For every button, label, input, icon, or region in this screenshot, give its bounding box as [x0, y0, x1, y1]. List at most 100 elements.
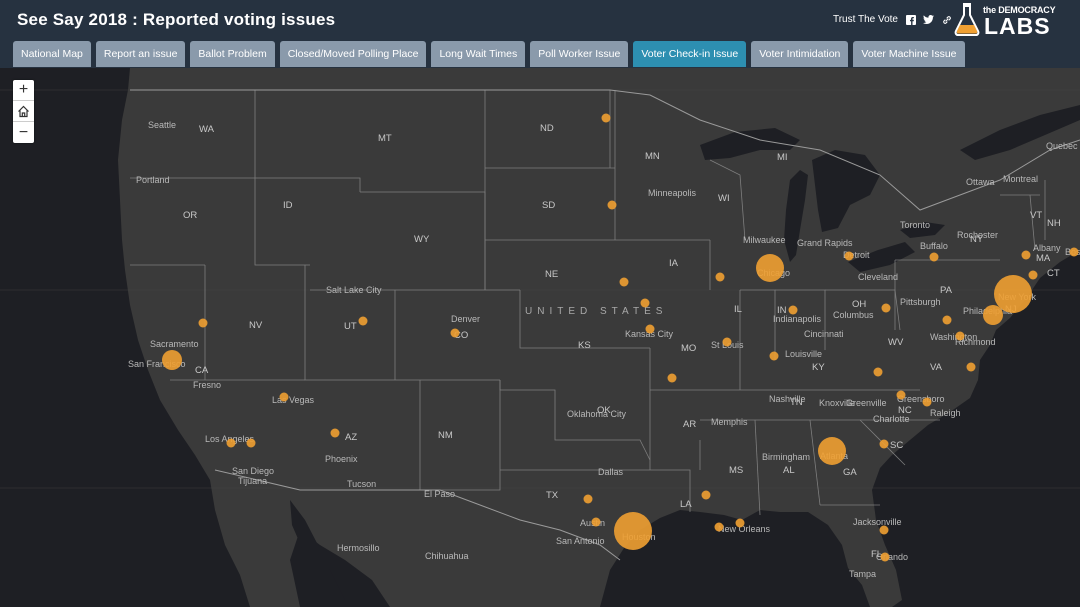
state-label-ar: AR: [683, 419, 697, 430]
issue-marker[interactable]: [879, 525, 889, 535]
facebook-icon[interactable]: [905, 14, 916, 25]
issue-marker[interactable]: [922, 397, 932, 407]
issue-marker[interactable]: [226, 438, 236, 448]
city-label-seattle: Seattle: [148, 120, 177, 130]
issue-marker[interactable]: [667, 373, 677, 383]
state-label-ks: KS: [578, 340, 591, 351]
tab-voter-intimidation[interactable]: Voter Intimidation: [751, 41, 849, 67]
issue-marker[interactable]: [788, 305, 798, 315]
city-label-rochester: Rochester: [957, 230, 999, 240]
state-label-ky: KY: [812, 362, 825, 373]
state-label-wa: WA: [199, 124, 214, 135]
tab-ballot-problem[interactable]: Ballot Problem: [190, 41, 275, 67]
state-label-ca: CA: [195, 365, 209, 376]
state-label-ne: NE: [545, 269, 559, 280]
issue-marker[interactable]: [955, 331, 965, 341]
city-label-tijuana: Tijuana: [238, 476, 268, 486]
issue-marker[interactable]: [645, 324, 655, 334]
city-label-grand-rapids: Grand Rapids: [797, 238, 853, 248]
issue-marker[interactable]: [896, 390, 906, 400]
issue-marker[interactable]: [701, 490, 711, 500]
issue-marker[interactable]: [162, 350, 182, 370]
city-label-quebec: Quebec: [1046, 141, 1078, 151]
issue-marker[interactable]: [619, 277, 629, 287]
issue-marker[interactable]: [880, 552, 890, 562]
tab-report-an-issue[interactable]: Report an issue: [95, 41, 186, 67]
issue-marker[interactable]: [591, 517, 601, 527]
city-label-greenville: Greenville: [846, 398, 887, 408]
state-label-nv: NV: [249, 320, 263, 331]
city-label-montreal: Montreal: [1003, 174, 1039, 184]
tab-voter-machine-issue[interactable]: Voter Machine Issue: [853, 41, 965, 67]
issue-marker[interactable]: [873, 367, 883, 377]
issue-marker[interactable]: [756, 254, 784, 282]
twitter-icon[interactable]: [923, 14, 934, 25]
issue-marker[interactable]: [714, 522, 724, 532]
state-label-wy: WY: [414, 234, 430, 245]
city-label-indianapolis: Indianapolis: [773, 314, 822, 324]
issue-marker[interactable]: [983, 305, 1003, 325]
state-label-ia: IA: [669, 258, 678, 269]
issue-marker[interactable]: [198, 318, 208, 328]
issue-marker[interactable]: [640, 298, 650, 308]
issue-marker[interactable]: [715, 272, 725, 282]
issue-marker[interactable]: [607, 200, 617, 210]
state-label-wi: WI: [718, 193, 730, 204]
state-label-az: AZ: [345, 432, 358, 443]
city-label-salt-lake-city: Salt Lake City: [326, 285, 382, 295]
home-button[interactable]: [13, 101, 34, 122]
issue-marker[interactable]: [1069, 247, 1079, 257]
city-label-cleveland: Cleveland: [858, 272, 899, 282]
democracy-labs-logo[interactable]: the DEMOCRACY LABS: [954, 2, 1066, 39]
city-label-charlotte: Charlotte: [873, 414, 910, 424]
state-label-al: AL: [783, 465, 795, 476]
state-label-mi: MI: [777, 152, 788, 163]
flask-icon: [954, 3, 980, 36]
home-icon: [18, 105, 29, 117]
state-label-va: VA: [930, 362, 942, 373]
issue-marker[interactable]: [358, 316, 368, 326]
issue-marker[interactable]: [450, 328, 460, 338]
link-icon[interactable]: [941, 14, 952, 25]
city-label-tampa: Tampa: [849, 569, 877, 579]
tab-long-wait-times[interactable]: Long Wait Times: [431, 41, 526, 67]
tab-national-map[interactable]: National Map: [13, 41, 91, 67]
city-label-oklahoma-city: Oklahoma City: [567, 409, 627, 419]
issue-marker[interactable]: [844, 251, 854, 261]
state-label-pa: PA: [940, 285, 952, 296]
issue-marker[interactable]: [966, 362, 976, 372]
issue-marker[interactable]: [769, 351, 779, 361]
state-label-nm: NM: [438, 430, 453, 441]
city-label-minneapolis: Minneapolis: [648, 188, 697, 198]
tab-closed-moved-polling-place[interactable]: Closed/Moved Polling Place: [279, 41, 427, 67]
issue-marker[interactable]: [601, 113, 611, 123]
issue-marker[interactable]: [735, 518, 745, 528]
state-label-ms: MS: [729, 465, 744, 476]
city-label-el-paso: El Paso: [424, 489, 456, 499]
issue-marker[interactable]: [881, 303, 891, 313]
issue-marker[interactable]: [879, 439, 889, 449]
issue-marker[interactable]: [1021, 250, 1031, 260]
issue-marker[interactable]: [1028, 270, 1038, 280]
city-label-fresno: Fresno: [193, 380, 222, 390]
issue-marker[interactable]: [583, 494, 593, 504]
issue-marker[interactable]: [246, 438, 256, 448]
issue-marker[interactable]: [942, 315, 952, 325]
city-label-san-diego: San Diego: [232, 466, 275, 476]
issue-marker[interactable]: [279, 392, 289, 402]
city-label-albany: Albany: [1033, 243, 1061, 253]
issue-map[interactable]: WA OR ID MT WY ND SD NE MN WI MI IA IL IN OH PA NY VT NH MA…: [0, 68, 1080, 607]
issue-marker[interactable]: [330, 428, 340, 438]
tab-voter-check-in-issue[interactable]: Voter Check-in Issue: [633, 41, 747, 67]
issue-marker[interactable]: [929, 252, 939, 262]
issue-marker[interactable]: [818, 437, 846, 465]
state-label-id: ID: [283, 200, 293, 211]
issue-marker[interactable]: [722, 337, 732, 347]
issue-marker[interactable]: [614, 512, 652, 550]
zoom-in-button[interactable]: +: [13, 80, 34, 101]
state-label-nh: NH: [1047, 218, 1061, 229]
tab-poll-worker-issue[interactable]: Poll Worker Issue: [530, 41, 629, 67]
city-label-las-vegas: Las Vegas: [272, 395, 315, 405]
zoom-out-button[interactable]: −: [13, 122, 34, 143]
state-label-ut: UT: [344, 321, 357, 332]
